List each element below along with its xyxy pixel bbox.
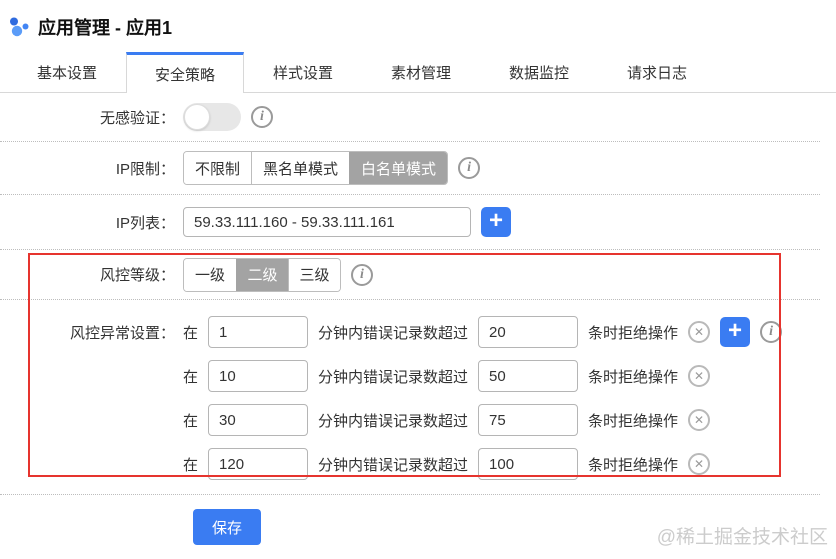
rule-suffix: 条时拒绝操作: [588, 412, 679, 430]
ip-restrict-row: IP限制： 不限制 黑名单模式 白名单模式 i: [0, 142, 836, 194]
rule-middle: 分钟内错误记录数超过: [318, 412, 469, 430]
rule-count-input[interactable]: [478, 316, 579, 348]
ip-restrict-option-unlimited[interactable]: 不限制: [184, 152, 252, 184]
info-icon[interactable]: i: [458, 157, 481, 179]
tab-bar: 基本设置 安全策略 样式设置 素材管理 数据监控 请求日志: [0, 52, 836, 93]
rule-minutes-input[interactable]: [208, 404, 309, 436]
rule-count-input[interactable]: [478, 404, 579, 436]
captcha-toggle[interactable]: [183, 103, 241, 131]
remove-rule-icon[interactable]: ✕: [688, 321, 711, 343]
tab-basic-settings[interactable]: 基本设置: [8, 52, 126, 92]
risk-rules-label: 风控异常设置：: [69, 324, 175, 342]
page-header: 应用管理 - 应用1: [0, 0, 836, 46]
add-rule-button[interactable]: +: [720, 317, 751, 347]
tab-material-management[interactable]: 素材管理: [362, 52, 480, 92]
risk-level-option-2[interactable]: 二级: [236, 258, 288, 291]
risk-rule-row: 在 分钟内错误记录数超过 条时拒绝操作 ✕: [0, 398, 836, 442]
rule-middle: 分钟内错误记录数超过: [318, 324, 469, 342]
add-ip-button[interactable]: +: [481, 207, 511, 237]
rule-prefix: 在: [183, 324, 199, 342]
ip-list-label: IP列表：: [115, 214, 175, 232]
risk-rule-row: 在 分钟内错误记录数超过 条时拒绝操作 ✕: [0, 354, 836, 398]
tab-style-settings[interactable]: 样式设置: [244, 52, 362, 92]
app-logo-dots-icon: [10, 17, 29, 37]
toggle-knob: [184, 104, 210, 130]
tab-security-policy[interactable]: 安全策略: [126, 52, 244, 93]
rule-suffix: 条时拒绝操作: [588, 324, 679, 342]
info-icon[interactable]: i: [351, 263, 373, 286]
risk-level-option-1[interactable]: 一级: [184, 258, 236, 291]
ip-restrict-label: IP限制：: [115, 160, 175, 178]
rule-minutes-input[interactable]: [208, 360, 309, 392]
rule-count-input[interactable]: [478, 448, 579, 480]
info-icon[interactable]: i: [760, 321, 783, 343]
ip-list-row: IP列表： +: [0, 195, 836, 249]
captcha-label: 无感验证：: [99, 109, 175, 127]
rule-suffix: 条时拒绝操作: [588, 456, 679, 474]
ip-restrict-segmented-control: 不限制 黑名单模式 白名单模式: [183, 151, 449, 185]
remove-rule-icon[interactable]: ✕: [688, 365, 711, 387]
risk-level-option-3[interactable]: 三级: [288, 258, 340, 291]
risk-rules-block: 风控异常设置： 在 分钟内错误记录数超过 条时拒绝操作 ✕ + i 在 分钟内错…: [0, 300, 836, 494]
page-title: 应用管理 - 应用1: [38, 18, 173, 38]
risk-level-segmented-control: 一级 二级 三级: [183, 257, 341, 292]
rule-count-input[interactable]: [478, 360, 579, 392]
captcha-row: 无感验证： i: [0, 93, 836, 141]
risk-level-label: 风控等级：: [99, 267, 175, 284]
tab-data-monitoring[interactable]: 数据监控: [480, 52, 598, 92]
rule-prefix: 在: [183, 412, 199, 430]
ip-list-input[interactable]: [183, 207, 471, 237]
ip-restrict-option-blacklist[interactable]: 黑名单模式: [251, 152, 350, 184]
remove-rule-icon[interactable]: ✕: [688, 409, 711, 431]
tab-request-logs[interactable]: 请求日志: [598, 52, 716, 92]
watermark-text: @稀土掘金技术社区: [656, 527, 828, 548]
app-page: 应用管理 - 应用1 基本设置 安全策略 样式设置 素材管理 数据监控 请求日志…: [0, 0, 836, 559]
info-icon[interactable]: i: [251, 106, 273, 128]
rule-middle: 分钟内错误记录数超过: [318, 368, 469, 386]
rule-prefix: 在: [183, 456, 199, 474]
rule-prefix: 在: [183, 368, 199, 386]
risk-rule-row: 在 分钟内错误记录数超过 条时拒绝操作 ✕: [0, 442, 836, 486]
remove-rule-icon[interactable]: ✕: [688, 453, 711, 475]
risk-rule-row: 风控异常设置： 在 分钟内错误记录数超过 条时拒绝操作 ✕ + i: [0, 310, 836, 354]
rule-middle: 分钟内错误记录数超过: [318, 456, 469, 474]
save-button[interactable]: 保存: [193, 509, 261, 545]
ip-restrict-option-whitelist[interactable]: 白名单模式: [349, 152, 448, 184]
rule-minutes-input[interactable]: [208, 448, 309, 480]
rule-suffix: 条时拒绝操作: [588, 368, 679, 386]
rule-minutes-input[interactable]: [208, 316, 309, 348]
risk-level-row: 风控等级： 一级 二级 三级 i: [0, 250, 836, 299]
